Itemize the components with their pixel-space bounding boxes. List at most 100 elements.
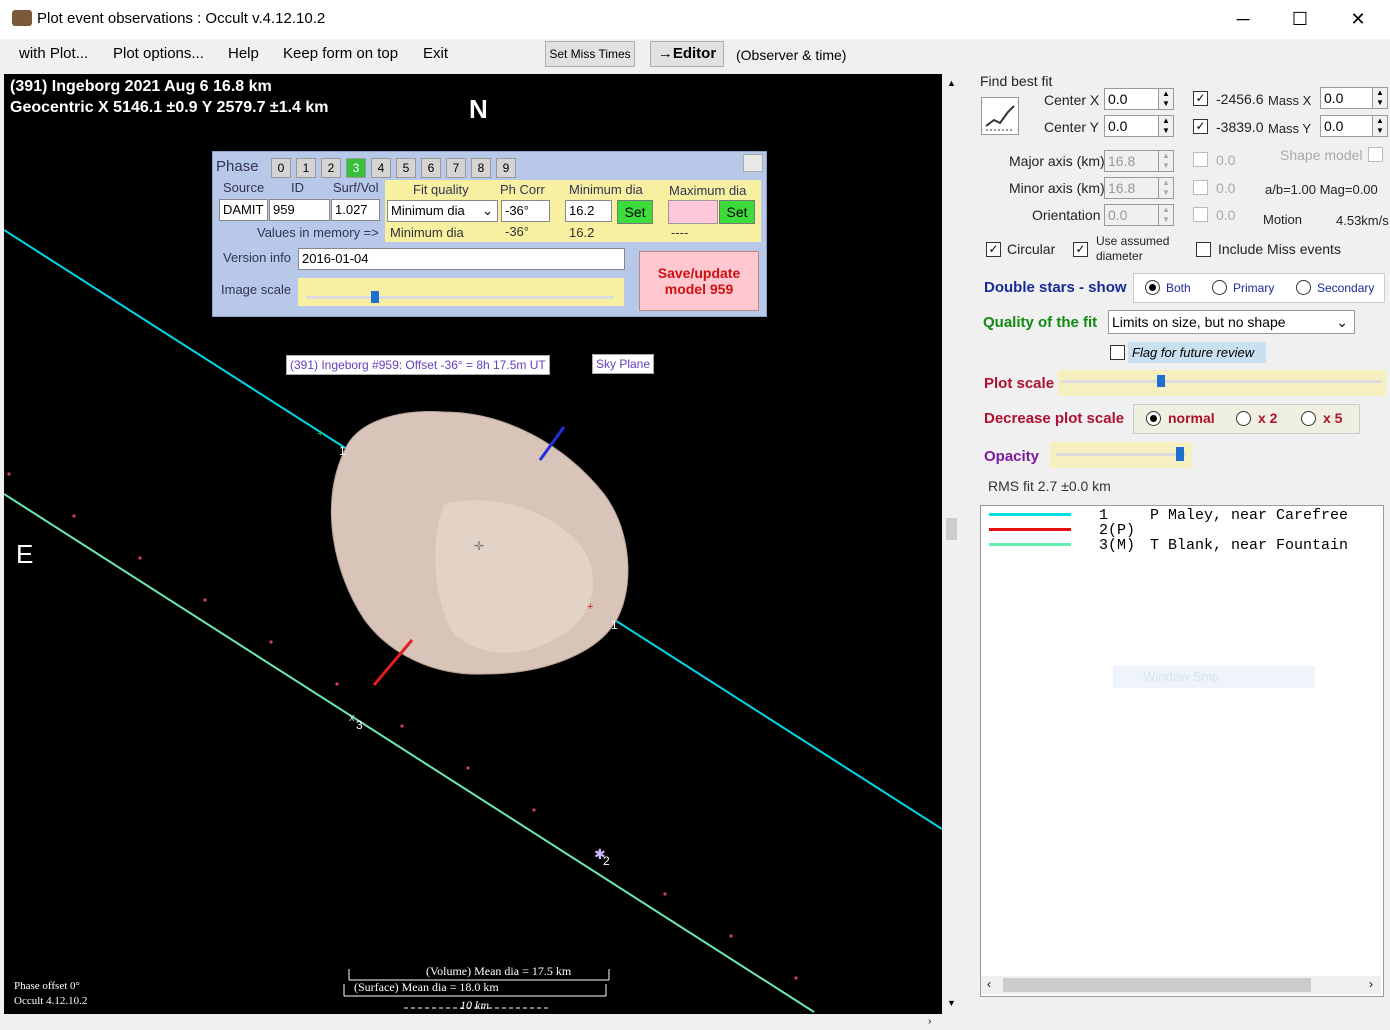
phase-button-0[interactable]: 0 <box>271 158 291 178</box>
close-button[interactable]: ✕ <box>1335 0 1381 39</box>
phase-button-4[interactable]: 4 <box>371 158 391 178</box>
orientation-spinner[interactable]: ▲ ▼ <box>1158 204 1174 226</box>
phase-button-5[interactable]: 5 <box>396 158 416 178</box>
set-min-button[interactable]: Set <box>617 200 653 224</box>
scale-x2-radio[interactable] <box>1236 411 1251 426</box>
opacity-thumb[interactable] <box>1176 447 1184 461</box>
phase-button-1[interactable]: 1 <box>296 158 316 178</box>
major-axis-checkbox[interactable] <box>1193 152 1208 167</box>
scroll-up-icon[interactable]: ▲ <box>947 78 956 88</box>
mem-min-dia: 16.2 <box>569 225 595 240</box>
ds-secondary-radio[interactable] <box>1296 280 1311 295</box>
plot-hscrollbar[interactable]: › <box>4 1014 942 1030</box>
scroll-down-icon[interactable]: ▼ <box>947 998 956 1008</box>
model-offset-label: (391) Ingeborg #959: Offset -36° = 8h 17… <box>286 355 550 375</box>
min-dia-field[interactable]: 16.2 <box>565 200 612 222</box>
maximize-button[interactable]: ☐ <box>1277 0 1323 39</box>
scroll-left-icon[interactable]: ‹ <box>987 977 991 991</box>
plot-scale-thumb[interactable] <box>1157 375 1165 387</box>
shape-model-label: Shape model <box>1280 147 1363 163</box>
image-scale-label: Image scale <box>221 282 292 297</box>
major-axis-field[interactable]: 16.8 <box>1104 150 1161 172</box>
save-update-button[interactable]: Save/update model 959 <box>639 251 759 311</box>
circular-checkbox[interactable]: ✓ <box>986 242 1001 257</box>
mass-y-spinner[interactable]: ▲ ▼ <box>1372 115 1388 137</box>
legend-num-3: 3(M) <box>1099 537 1136 554</box>
scale-x5-radio[interactable] <box>1301 411 1316 426</box>
phase-button-9[interactable]: 9 <box>496 158 516 178</box>
shape-model-checkbox[interactable] <box>1368 147 1383 162</box>
mass-y-label: Mass Y <box>1268 121 1312 136</box>
chord-1-end-mark: + <box>587 601 593 613</box>
orientation-field[interactable]: 0.0 <box>1104 204 1161 226</box>
minor-axis-field[interactable]: 16.8 <box>1104 177 1161 199</box>
use-assumed-checkbox[interactable]: ✓ <box>1073 242 1088 257</box>
plot-vscrollbar[interactable]: ▲ ▼ <box>944 74 960 1014</box>
mass-y-field[interactable]: 0.0 <box>1320 115 1373 137</box>
id-label: ID <box>291 180 304 195</box>
menu-with-plot[interactable]: with Plot... <box>19 45 88 62</box>
set-max-button[interactable]: Set <box>719 200 755 224</box>
observer-legend[interactable]: 1 P Maley, near Carefree 2(P) 3(M) T Bla… <box>980 505 1384 997</box>
center-x-field[interactable]: 0.0 <box>1104 88 1161 110</box>
scale-x5-label: x 5 <box>1323 410 1343 426</box>
fit-y-checkbox[interactable]: ✓ <box>1193 119 1208 134</box>
ph-corr-field[interactable]: -36° <box>501 200 550 222</box>
surfvol-field[interactable]: 1.027 <box>331 199 380 221</box>
flag-review-checkbox[interactable] <box>1110 345 1125 360</box>
phase-button-2[interactable]: 2 <box>321 158 341 178</box>
menu-exit[interactable]: Exit <box>423 45 448 62</box>
scroll-thumb[interactable] <box>946 518 957 540</box>
legend-hscrollbar[interactable]: ‹ › <box>981 976 1381 994</box>
menu-keep-on-top[interactable]: Keep form on top <box>283 45 398 62</box>
minor-axis-checkbox[interactable] <box>1193 180 1208 195</box>
version-info-field[interactable]: 2016-01-04 <box>298 248 625 270</box>
minor-axis-error: 0.0 <box>1216 180 1236 196</box>
observer-time-button[interactable]: (Observer & time) <box>736 47 846 63</box>
mass-x-spinner[interactable]: ▲ ▼ <box>1372 87 1388 109</box>
sky-plane-button[interactable]: Sky Plane <box>592 354 655 374</box>
minor-axis-spinner[interactable]: ▲ ▼ <box>1158 177 1174 199</box>
id-field[interactable]: 959 <box>269 199 330 221</box>
fit-quality-value: Minimum dia <box>391 203 465 218</box>
center-x-spinner[interactable]: ▲ ▼ <box>1158 88 1174 110</box>
center-y-spinner[interactable]: ▲ ▼ <box>1158 115 1174 137</box>
phase-button-3[interactable]: 3 <box>346 158 366 178</box>
find-best-fit-button[interactable] <box>981 97 1019 135</box>
quality-fit-select[interactable]: Limits on size, but no shape ⌄ <box>1108 310 1355 334</box>
app-icon <box>12 10 32 26</box>
chord-3-mark: x <box>349 712 355 724</box>
fit-x-checkbox[interactable]: ✓ <box>1193 91 1208 106</box>
center-y-field[interactable]: 0.0 <box>1104 115 1161 137</box>
major-axis-spinner[interactable]: ▲ ▼ <box>1158 150 1174 172</box>
panel-close-button[interactable] <box>743 154 763 172</box>
editor-button[interactable]: →Editor <box>650 41 724 67</box>
scroll-right-icon[interactable]: › <box>1369 977 1373 991</box>
legend-scroll-thumb[interactable] <box>1003 978 1311 992</box>
phase-button-8[interactable]: 8 <box>471 158 491 178</box>
set-miss-times-button[interactable]: Set Miss Times <box>545 41 635 67</box>
image-scale-slider[interactable] <box>298 278 624 306</box>
orientation-checkbox[interactable] <box>1193 207 1208 222</box>
ab-mag-label: a/b=1.00 Mag=0.00 <box>1265 182 1378 197</box>
include-miss-checkbox[interactable] <box>1196 242 1211 257</box>
mass-x-label: Mass X <box>1268 93 1312 108</box>
mass-x-field[interactable]: 0.0 <box>1320 87 1373 109</box>
scale-normal-radio[interactable] <box>1146 411 1161 426</box>
opacity-slider[interactable] <box>1050 442 1192 468</box>
menu-plot-options[interactable]: Plot options... <box>113 45 204 62</box>
phase-button-7[interactable]: 7 <box>446 158 466 178</box>
fit-quality-select[interactable]: Minimum dia ⌄ <box>387 200 498 222</box>
max-dia-field[interactable] <box>668 200 718 224</box>
chord-label-1a: 1 <box>339 444 346 458</box>
minimize-button[interactable]: ─ <box>1220 0 1266 39</box>
source-field[interactable]: DAMIT <box>219 199 268 221</box>
phase-button-6[interactable]: 6 <box>421 158 441 178</box>
motion-label: Motion <box>1263 212 1303 227</box>
plot-scale-slider[interactable] <box>1058 370 1386 396</box>
ds-both-radio[interactable] <box>1145 280 1160 295</box>
ds-primary-radio[interactable] <box>1212 280 1227 295</box>
scroll-right-icon[interactable]: › <box>928 1016 931 1027</box>
image-scale-thumb[interactable] <box>371 291 379 303</box>
menu-help[interactable]: Help <box>228 45 259 62</box>
